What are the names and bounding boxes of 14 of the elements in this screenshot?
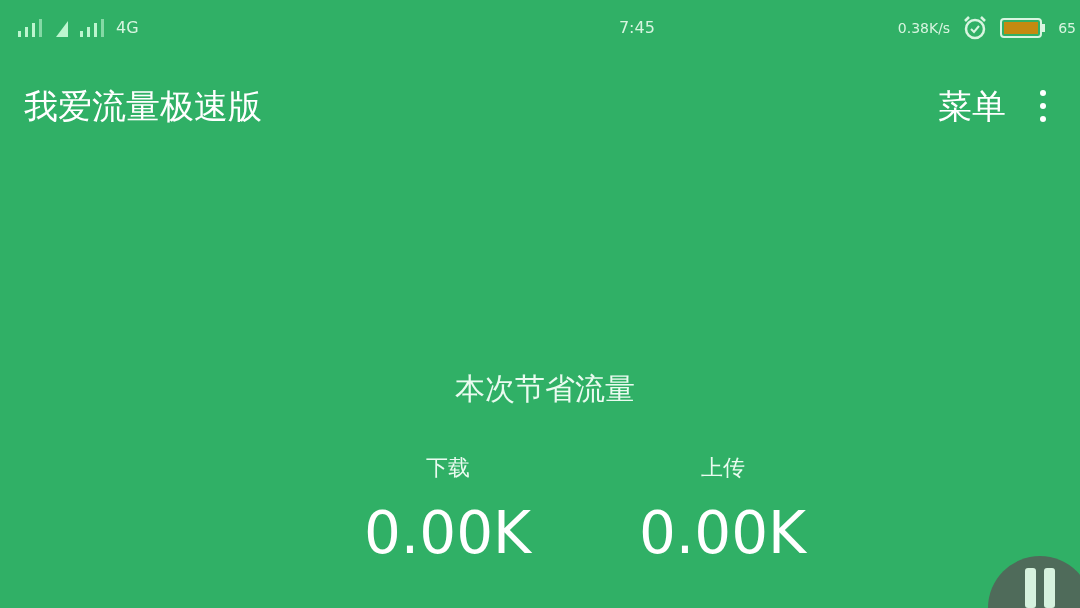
- battery-icon: [1000, 17, 1047, 39]
- network-type: 4G: [116, 17, 139, 39]
- summary-heading: 本次节省流量: [455, 370, 635, 408]
- menu-button[interactable]: 菜单: [938, 80, 1006, 132]
- stat-value: 0.00K: [638, 504, 807, 562]
- stat-label: 上传: [700, 454, 745, 482]
- more-icon[interactable]: [1038, 90, 1048, 122]
- stat-label: 下载: [425, 454, 470, 482]
- app-title: 我爱流量极速版: [24, 84, 263, 128]
- pause-icon: [1023, 568, 1057, 608]
- network-speed: 0.38K/s: [897, 18, 951, 38]
- battery-percent: 65: [1058, 18, 1076, 38]
- stat-value: 0.00K: [363, 504, 532, 562]
- clock-time: 7:45: [618, 17, 655, 39]
